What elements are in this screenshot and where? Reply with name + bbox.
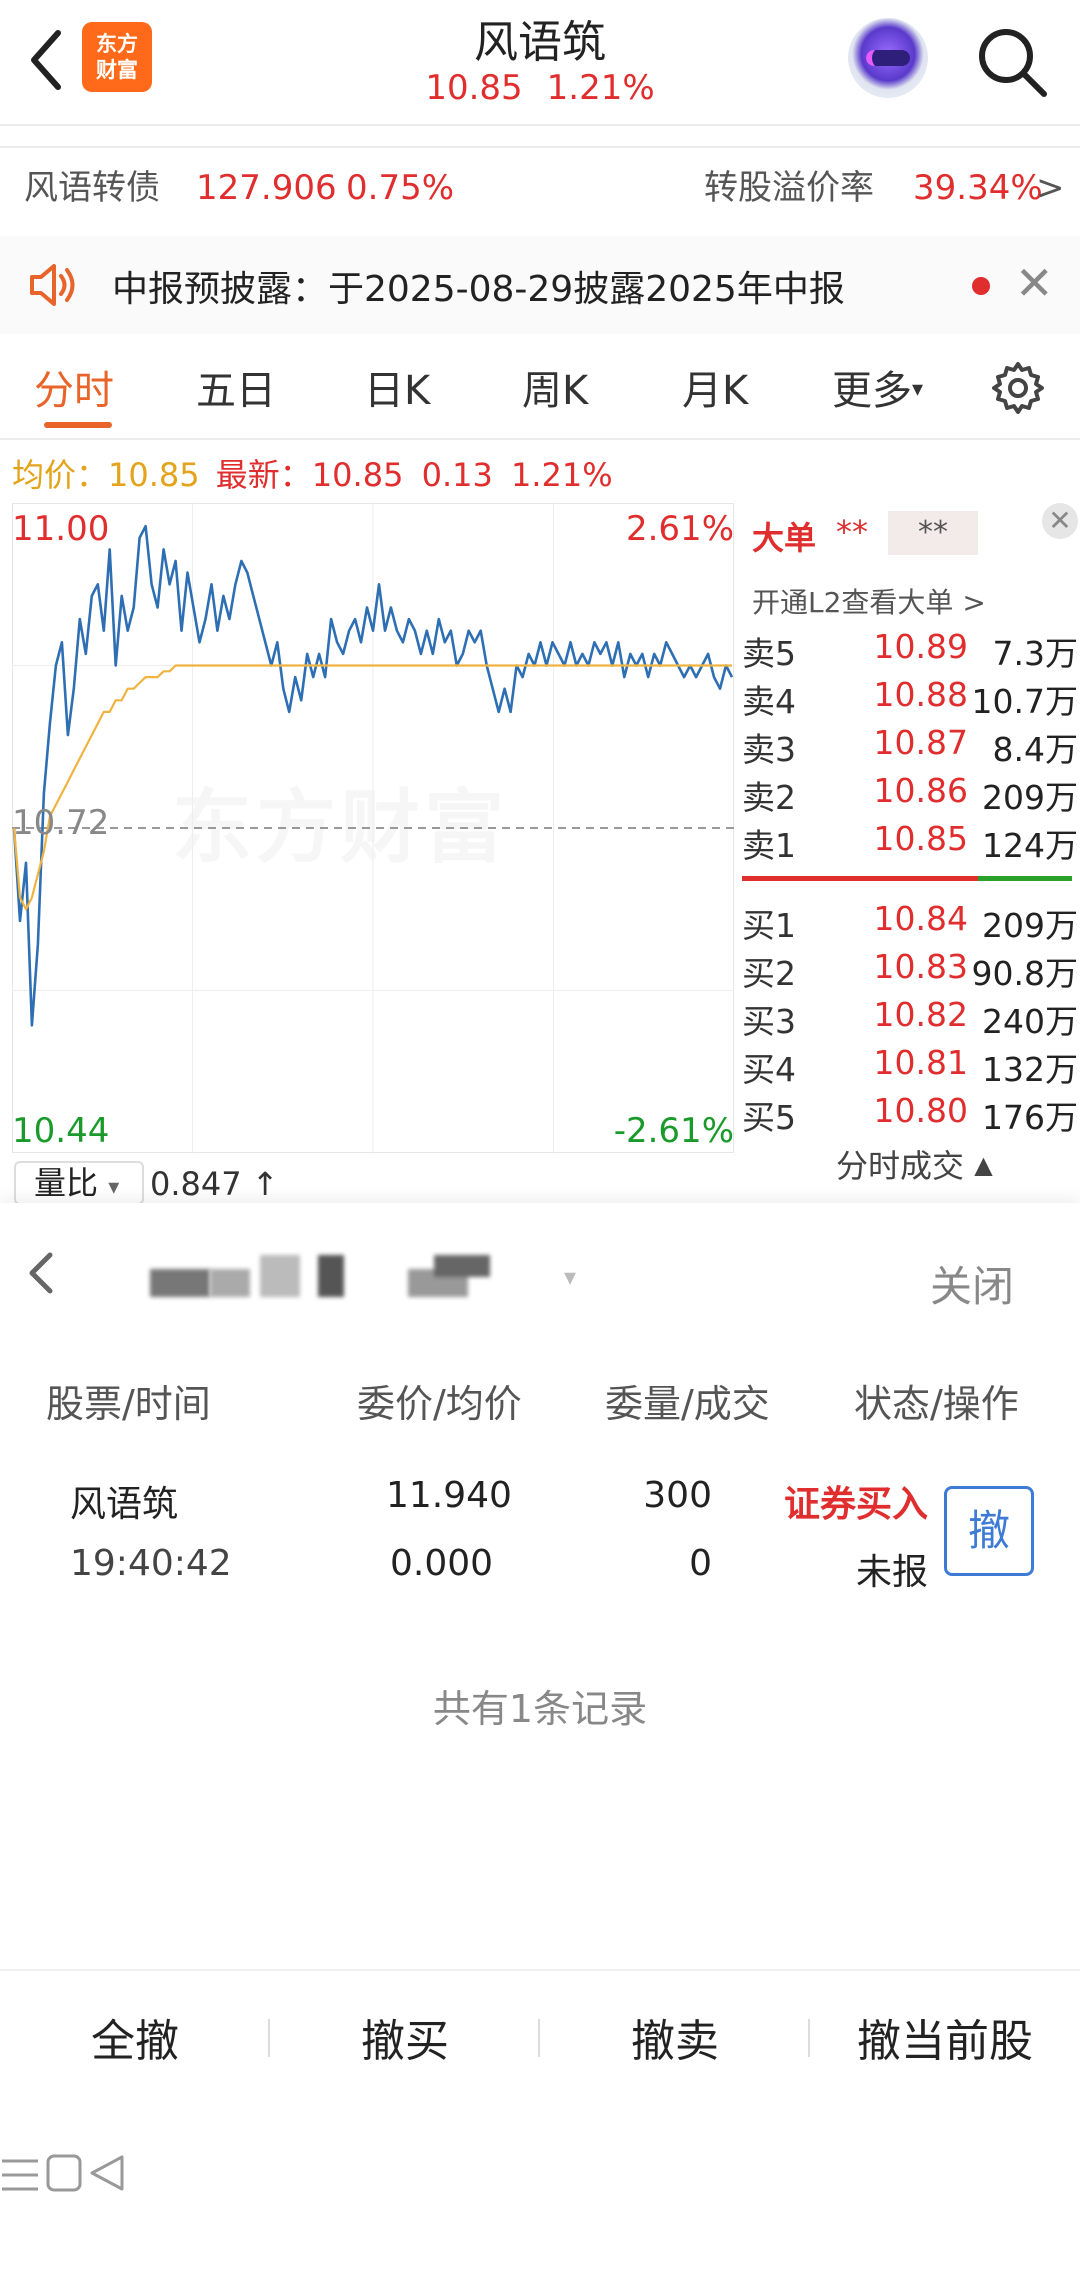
- divider: [0, 124, 1080, 126]
- arrow-up-icon: ↑: [251, 1165, 279, 1203]
- close-button[interactable]: 关闭: [930, 1253, 1014, 1314]
- chart-tabs: 分时 五日 日K 周K 月K 更多▾: [0, 336, 1080, 436]
- pct-low-label: -2.61%: [613, 1111, 734, 1151]
- ask-row: 卖4 10.88 10.7万: [742, 675, 1078, 721]
- volume-ratio-value: 0.847 ↑: [150, 1165, 279, 1203]
- assistant-robot-avatar[interactable]: [848, 18, 928, 98]
- stock-price: 10.85: [425, 68, 523, 108]
- chart-canvas: [12, 503, 734, 1153]
- big-order-masked-2: **: [888, 511, 978, 555]
- chevron-right-icon: >: [1036, 168, 1065, 208]
- convertible-bond-row[interactable]: 风语转债 127.906 0.75% 转股溢价率 39.34% >: [24, 140, 1065, 236]
- unread-dot: [972, 277, 990, 295]
- cancel-current-stock-button[interactable]: 撤当前股: [810, 2005, 1080, 2069]
- y-low-label: 10.44: [12, 1111, 110, 1151]
- bond-price: 127.906: [196, 168, 337, 208]
- order-stock-name: 风语筑: [70, 1484, 179, 1525]
- big-order-title: 大单: [752, 519, 817, 557]
- order-qty: 300: [643, 1475, 712, 1516]
- menu-icon[interactable]: [0, 2157, 40, 2193]
- divider: [0, 146, 1080, 148]
- search-icon[interactable]: [972, 22, 1052, 102]
- latest-value: 10.85: [311, 456, 404, 494]
- stock-header: 东方 财富 风语筑 10.85 1.21%: [0, 0, 1080, 125]
- tick-trades-toggle[interactable]: 分时成交 ▲: [836, 1141, 993, 1187]
- order-time: 19:40:42: [70, 1543, 232, 1584]
- dropdown-triangle-icon: ▾: [108, 1175, 120, 1200]
- speaker-icon: [30, 264, 75, 306]
- dropdown-triangle-icon: ▾: [564, 1263, 577, 1291]
- tab-intraday[interactable]: 分时: [34, 358, 114, 416]
- bid-row: 买3 10.82 240万: [742, 995, 1078, 1041]
- latest-label: 最新：: [215, 456, 312, 494]
- active-tab-indicator: [44, 422, 112, 428]
- tab-five-day[interactable]: 五日: [196, 358, 276, 416]
- triangle-up-icon: ▲: [974, 1151, 993, 1179]
- bond-label: 风语转债: [24, 168, 160, 208]
- bid-row: 买1 10.84 209万: [742, 899, 1078, 945]
- tab-more[interactable]: 更多▾: [832, 358, 923, 416]
- premium-value: 39.34%: [913, 168, 1043, 208]
- tab-daily-k[interactable]: 日K: [364, 358, 430, 416]
- ask-row: 卖1 10.85 124万: [742, 819, 1078, 865]
- cancel-order-button[interactable]: 撤: [944, 1486, 1034, 1576]
- back-triangle-icon[interactable]: [88, 2153, 126, 2193]
- y-high-label: 11.00: [12, 509, 110, 549]
- header-status-action: 状态/操作: [854, 1382, 1019, 1426]
- order-book: 大单 ** ** ✕ 开通L2查看大单 > 卖5 10.89 7.3万 卖4 10.8…: [736, 503, 1080, 1203]
- system-nav-bar: [0, 2153, 1080, 2282]
- premium-label: 转股溢价率: [704, 168, 874, 208]
- divider: [0, 438, 1080, 440]
- ask-row: 卖5 10.89 7.3万: [742, 627, 1078, 673]
- y-mid-label: 10.72: [12, 803, 110, 843]
- order-avg: 0.000: [390, 1543, 494, 1584]
- order-filled: 0: [689, 1543, 712, 1584]
- home-square-icon[interactable]: [45, 2153, 83, 2193]
- header-price-avg: 委价/均价: [357, 1382, 522, 1426]
- ask-row: 卖2 10.86 209万: [742, 771, 1078, 817]
- back-arrow-icon[interactable]: [22, 1243, 62, 1303]
- order-status: 未报: [855, 1552, 928, 1593]
- notice-bar[interactable]: 中报预披露：于2025-08-29披露2025年中报 ✕: [0, 236, 1080, 334]
- avg-label: 均价：: [12, 456, 109, 494]
- close-icon[interactable]: ✕: [1042, 503, 1078, 539]
- pending-orders-panel: ▾ 关闭 股票/时间 委价/均价 委量/成交 状态/操作 风语筑 19:40:4…: [0, 1203, 1080, 2282]
- gear-icon[interactable]: [990, 360, 1046, 416]
- dropdown-triangle-icon: ▾: [912, 377, 924, 402]
- cancel-sell-button[interactable]: 撤卖: [540, 2005, 810, 2069]
- price-stats: 均价：10.85 最新：10.85 0.13 1.21%: [12, 450, 613, 496]
- bid-row: 买4 10.81 132万: [742, 1043, 1078, 1089]
- change-value: 0.13: [421, 456, 493, 494]
- tab-weekly-k[interactable]: 周K: [522, 358, 588, 416]
- bid-row: 买2 10.83 90.8万: [742, 947, 1078, 993]
- close-icon[interactable]: ✕: [1015, 256, 1054, 310]
- intraday-chart[interactable]: 东方财富 11.00 2.61% 10.72 10.44 -2.61%: [12, 503, 734, 1153]
- cancel-all-button[interactable]: 全撤: [0, 2005, 270, 2069]
- tab-monthly-k[interactable]: 月K: [682, 358, 748, 416]
- bond-change-pct: 0.75%: [346, 168, 455, 208]
- header-stock-time: 股票/时间: [46, 1382, 211, 1426]
- pct-high-label: 2.61%: [625, 509, 734, 549]
- order-type: 证券买入: [783, 1484, 928, 1525]
- indicator-select[interactable]: 量比 ▾: [14, 1161, 144, 1205]
- bid-row: 买5 10.80 176万: [742, 1091, 1078, 1137]
- notice-text: 中报预披露：于2025-08-29披露2025年中报: [112, 269, 845, 310]
- header-qty-filled: 委量/成交: [605, 1382, 770, 1426]
- ask-row: 卖3 10.87 8.4万: [742, 723, 1078, 769]
- big-order-masked-1: **: [836, 513, 868, 551]
- change-pct: 1.21%: [511, 456, 613, 494]
- volume-ratio-bar: 量比 ▾ 0.847 ↑: [0, 1155, 734, 1205]
- stock-change-pct: 1.21%: [546, 68, 655, 108]
- bulk-cancel-bar: 全撤 撤买 撤卖 撤当前股: [0, 1969, 1080, 2089]
- cancel-buy-button[interactable]: 撤买: [270, 2005, 540, 2069]
- buy-sell-ratio-bar: [742, 876, 1072, 881]
- order-price: 11.940: [386, 1475, 512, 1516]
- record-count: 共有1条记录: [432, 1687, 648, 1731]
- l2-upgrade-link[interactable]: 开通L2查看大单 >: [752, 581, 986, 621]
- account-selector-blurred[interactable]: ▾: [150, 1251, 576, 1307]
- avg-value: 10.85: [108, 456, 200, 494]
